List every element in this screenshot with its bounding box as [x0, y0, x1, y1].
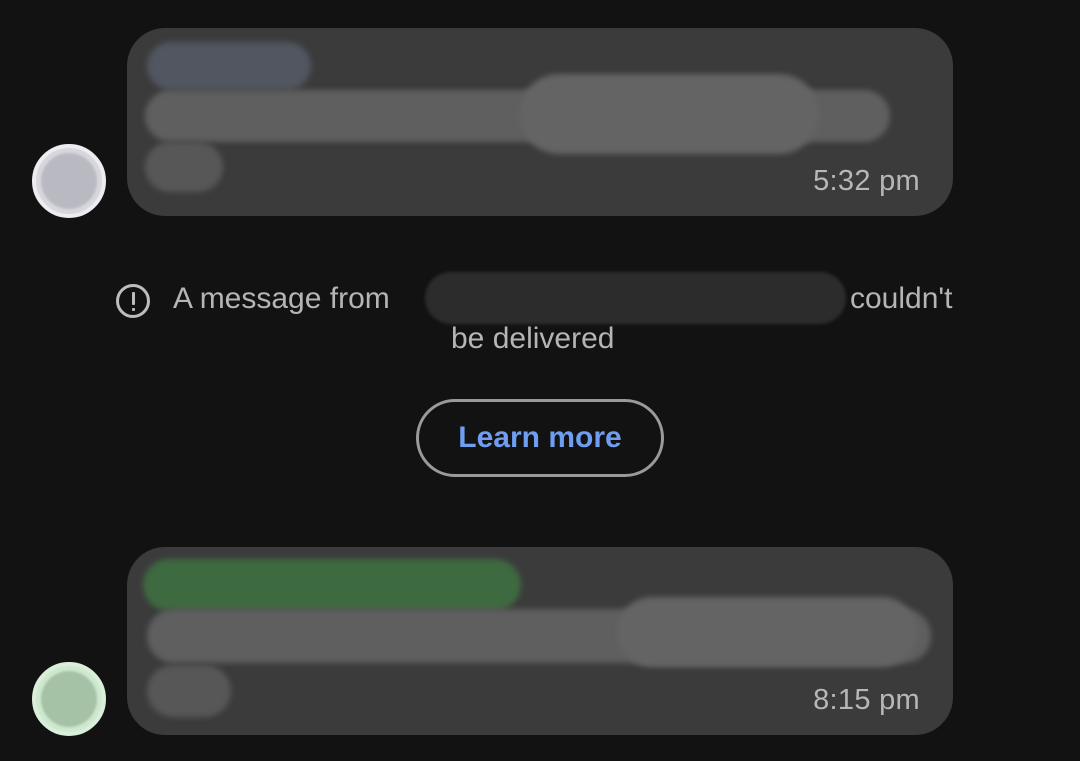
- message-timestamp: 5:32 pm: [813, 165, 920, 197]
- redacted-sender-name: [425, 272, 846, 324]
- redacted-message-text: [519, 74, 819, 154]
- notice-text-end: couldn't: [850, 282, 953, 315]
- notice-text-line2: be delivered: [451, 322, 615, 355]
- avatar[interactable]: [32, 662, 106, 736]
- alert-circle-icon: [116, 284, 150, 318]
- avatar-image: [41, 153, 97, 209]
- delivery-failure-notice: A message from couldn't be delivered: [0, 272, 1080, 370]
- message-timestamp: 8:15 pm: [813, 684, 920, 716]
- redacted-sender-name: [147, 42, 311, 90]
- avatar-image: [41, 671, 97, 727]
- redacted-message-text: [147, 665, 231, 717]
- notice-text-start: A message from: [173, 282, 390, 315]
- conversation-view: 5:32 pm A message from couldn't be deliv…: [0, 0, 1080, 761]
- redacted-message-text: [145, 142, 223, 192]
- message-bubble[interactable]: 8:15 pm: [127, 547, 953, 735]
- redacted-message-text: [617, 597, 917, 667]
- avatar[interactable]: [32, 144, 106, 218]
- redacted-sender-name: [143, 559, 521, 611]
- message-bubble[interactable]: 5:32 pm: [127, 28, 953, 216]
- learn-more-button[interactable]: Learn more: [416, 399, 664, 477]
